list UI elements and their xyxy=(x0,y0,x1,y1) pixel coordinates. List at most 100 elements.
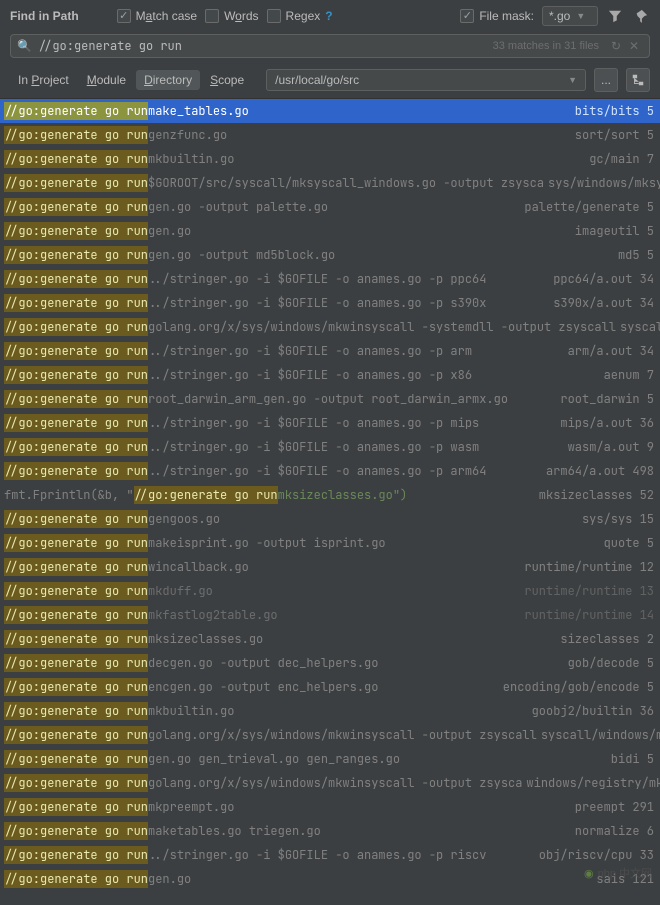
result-location: quote 5 xyxy=(604,535,654,551)
result-prefix: fmt.Fprintln(&b, " xyxy=(4,487,134,503)
result-row[interactable]: //go:generate go run encgen.go -output e… xyxy=(0,675,660,699)
result-row[interactable]: //go:generate go run mksizeclasses.go siz… xyxy=(0,627,660,651)
result-row[interactable]: //go:generate go run golang.org/x/sys/wi… xyxy=(0,771,660,795)
result-rest: gengoos.go xyxy=(148,511,220,527)
scope-tab-scope[interactable]: Scope xyxy=(202,70,252,90)
result-location: mips/a.out 36 xyxy=(560,415,654,431)
checkbox-box-icon xyxy=(117,9,131,23)
result-location: aenum 7 xyxy=(604,367,654,383)
result-row[interactable]: //go:generate go run ../stringer.go -i $… xyxy=(0,411,660,435)
result-rest: mkduff.go xyxy=(148,583,213,599)
match-count: 33 matches in 31 files xyxy=(493,40,599,52)
result-rest: gen.go -output md5block.go xyxy=(148,247,335,263)
result-row[interactable]: //go:generate go run golang.org/x/sys/wi… xyxy=(0,315,660,339)
result-row[interactable]: //go:generate go run wincallback.gorunti… xyxy=(0,555,660,579)
result-rest: $GOROOT/src/syscall/mksyscall_windows.go… xyxy=(148,175,544,191)
result-row[interactable]: //go:generate go run mkduff.goruntime/ru… xyxy=(0,579,660,603)
result-highlight: //go:generate go run xyxy=(4,726,148,744)
result-rest: mkbuiltin.go xyxy=(148,703,234,719)
search-row: 🔍 33 matches in 31 files ↻ ✕ xyxy=(0,30,660,64)
result-row[interactable]: //go:generate go run root_darwin_arm_gen… xyxy=(0,387,660,411)
result-highlight: //go:generate go run xyxy=(4,294,148,312)
result-location: runtime/runtime 14 xyxy=(524,607,654,623)
result-row[interactable]: //go:generate go run gen.go -output pale… xyxy=(0,195,660,219)
result-row[interactable]: //go:generate go run gen.go sais 121 xyxy=(0,867,660,891)
result-rest: mkfastlog2table.go xyxy=(148,607,278,623)
result-location: syscall/windows/mksyscall 9 xyxy=(541,727,660,743)
clear-icon[interactable]: ✕ xyxy=(625,37,643,55)
result-rest: ../stringer.go -i $GOFILE -o anames.go -… xyxy=(148,295,486,311)
result-highlight: //go:generate go run xyxy=(4,630,148,648)
result-highlight: //go:generate go run xyxy=(4,702,148,720)
result-row[interactable]: //go:generate go run gengoos.gosys/sys 1… xyxy=(0,507,660,531)
result-rest: ../stringer.go -i $GOFILE -o anames.go -… xyxy=(148,439,479,455)
chevron-down-icon: ▼ xyxy=(576,11,585,21)
result-row[interactable]: //go:generate go run make_tables.gobits/… xyxy=(0,99,660,123)
result-location: md5 5 xyxy=(618,247,654,263)
result-rest: gen.go xyxy=(148,871,191,887)
result-row[interactable]: fmt.Fprintln(&b, "//go:generate go run m… xyxy=(0,483,660,507)
result-row[interactable]: //go:generate go run ../stringer.go -i $… xyxy=(0,363,660,387)
result-highlight: //go:generate go run xyxy=(4,870,148,888)
result-row[interactable]: //go:generate go run makeisprint.go -out… xyxy=(0,531,660,555)
result-location: palette/generate 5 xyxy=(524,199,654,215)
result-row[interactable]: //go:generate go run ../stringer.go -i $… xyxy=(0,843,660,867)
result-row[interactable]: //go:generate go run ../stringer.go -i $… xyxy=(0,339,660,363)
search-box[interactable]: 🔍 33 matches in 31 files ↻ ✕ xyxy=(10,34,650,58)
result-rest: mksizeclasses.go xyxy=(148,631,263,647)
regex-checkbox[interactable]: Regex ? xyxy=(267,9,333,23)
result-location: sizeclasses 2 xyxy=(560,631,654,647)
result-row[interactable]: //go:generate go run ../stringer.go -i $… xyxy=(0,267,660,291)
result-location: encoding/gob/encode 5 xyxy=(503,679,654,695)
result-row[interactable]: //go:generate go run mkbuiltin.gogc/main… xyxy=(0,147,660,171)
result-location: gob/decode 5 xyxy=(568,655,654,671)
result-row[interactable]: //go:generate go run mkfastlog2table.gor… xyxy=(0,603,660,627)
directory-path-select[interactable]: /usr/local/go/src ▼ xyxy=(266,69,586,91)
result-location: runtime/runtime 13 xyxy=(524,583,654,599)
file-mask-checkbox[interactable]: File mask: xyxy=(460,9,534,23)
result-row[interactable]: //go:generate go run ../stringer.go -i $… xyxy=(0,291,660,315)
tree-button[interactable] xyxy=(626,68,650,92)
result-highlight: //go:generate go run xyxy=(4,198,148,216)
result-row[interactable]: //go:generate go run $GOROOT/src/syscall… xyxy=(0,171,660,195)
filter-icon[interactable] xyxy=(606,7,624,25)
result-row[interactable]: //go:generate go run gen.go gen_trieval.… xyxy=(0,747,660,771)
result-location: sais 121 xyxy=(596,871,654,887)
file-mask-select[interactable]: *.go ▼ xyxy=(542,6,598,26)
result-rest: golang.org/x/sys/windows/mkwinsyscall -o… xyxy=(148,775,522,791)
result-row[interactable]: //go:generate go run maketables.go trieg… xyxy=(0,819,660,843)
result-row[interactable]: //go:generate go run genzfunc.gosort/sor… xyxy=(0,123,660,147)
result-location: arm/a.out 34 xyxy=(568,343,654,359)
result-row[interactable]: //go:generate go run gen.goimageutil 5 xyxy=(0,219,660,243)
result-row[interactable]: //go:generate go run decgen.go -output d… xyxy=(0,651,660,675)
result-rest: decgen.go -output dec_helpers.go xyxy=(148,655,378,671)
result-highlight: //go:generate go run xyxy=(4,390,148,408)
result-row[interactable]: //go:generate go run golang.org/x/sys/wi… xyxy=(0,723,660,747)
pin-icon[interactable] xyxy=(632,7,650,25)
result-highlight: //go:generate go run xyxy=(134,486,278,504)
result-row[interactable]: //go:generate go run ../stringer.go -i $… xyxy=(0,459,660,483)
search-input[interactable] xyxy=(38,38,493,54)
regex-label: Regex xyxy=(286,9,321,23)
result-rest: mkpreempt.go xyxy=(148,799,234,815)
result-row[interactable]: //go:generate go run ../stringer.go -i $… xyxy=(0,435,660,459)
result-highlight: //go:generate go run xyxy=(4,414,148,432)
scope-tab-project[interactable]: In Project xyxy=(10,70,77,90)
regex-help-icon[interactable]: ? xyxy=(325,9,332,23)
scope-tab-module[interactable]: Module xyxy=(79,70,134,90)
history-icon[interactable]: ↻ xyxy=(607,37,625,55)
result-row[interactable]: //go:generate go run gen.go -output md5b… xyxy=(0,243,660,267)
words-checkbox[interactable]: Words xyxy=(205,9,258,23)
match-case-checkbox[interactable]: Match case xyxy=(117,9,197,23)
browse-button[interactable]: ... xyxy=(594,68,618,92)
result-location: windows/registry/mksyscall 9 xyxy=(526,775,660,791)
result-row[interactable]: //go:generate go run mkpreempt.gopreempt… xyxy=(0,795,660,819)
result-row[interactable]: //go:generate go run mkbuiltin.gogoobj2/… xyxy=(0,699,660,723)
results-list[interactable]: //go:generate go run make_tables.gobits/… xyxy=(0,98,660,903)
result-location: s390x/a.out 34 xyxy=(553,295,654,311)
result-highlight: //go:generate go run xyxy=(4,510,148,528)
result-rest: wincallback.go xyxy=(148,559,249,575)
scope-tab-directory[interactable]: Directory xyxy=(136,70,200,90)
result-highlight: //go:generate go run xyxy=(4,774,148,792)
result-highlight: //go:generate go run xyxy=(4,750,148,768)
